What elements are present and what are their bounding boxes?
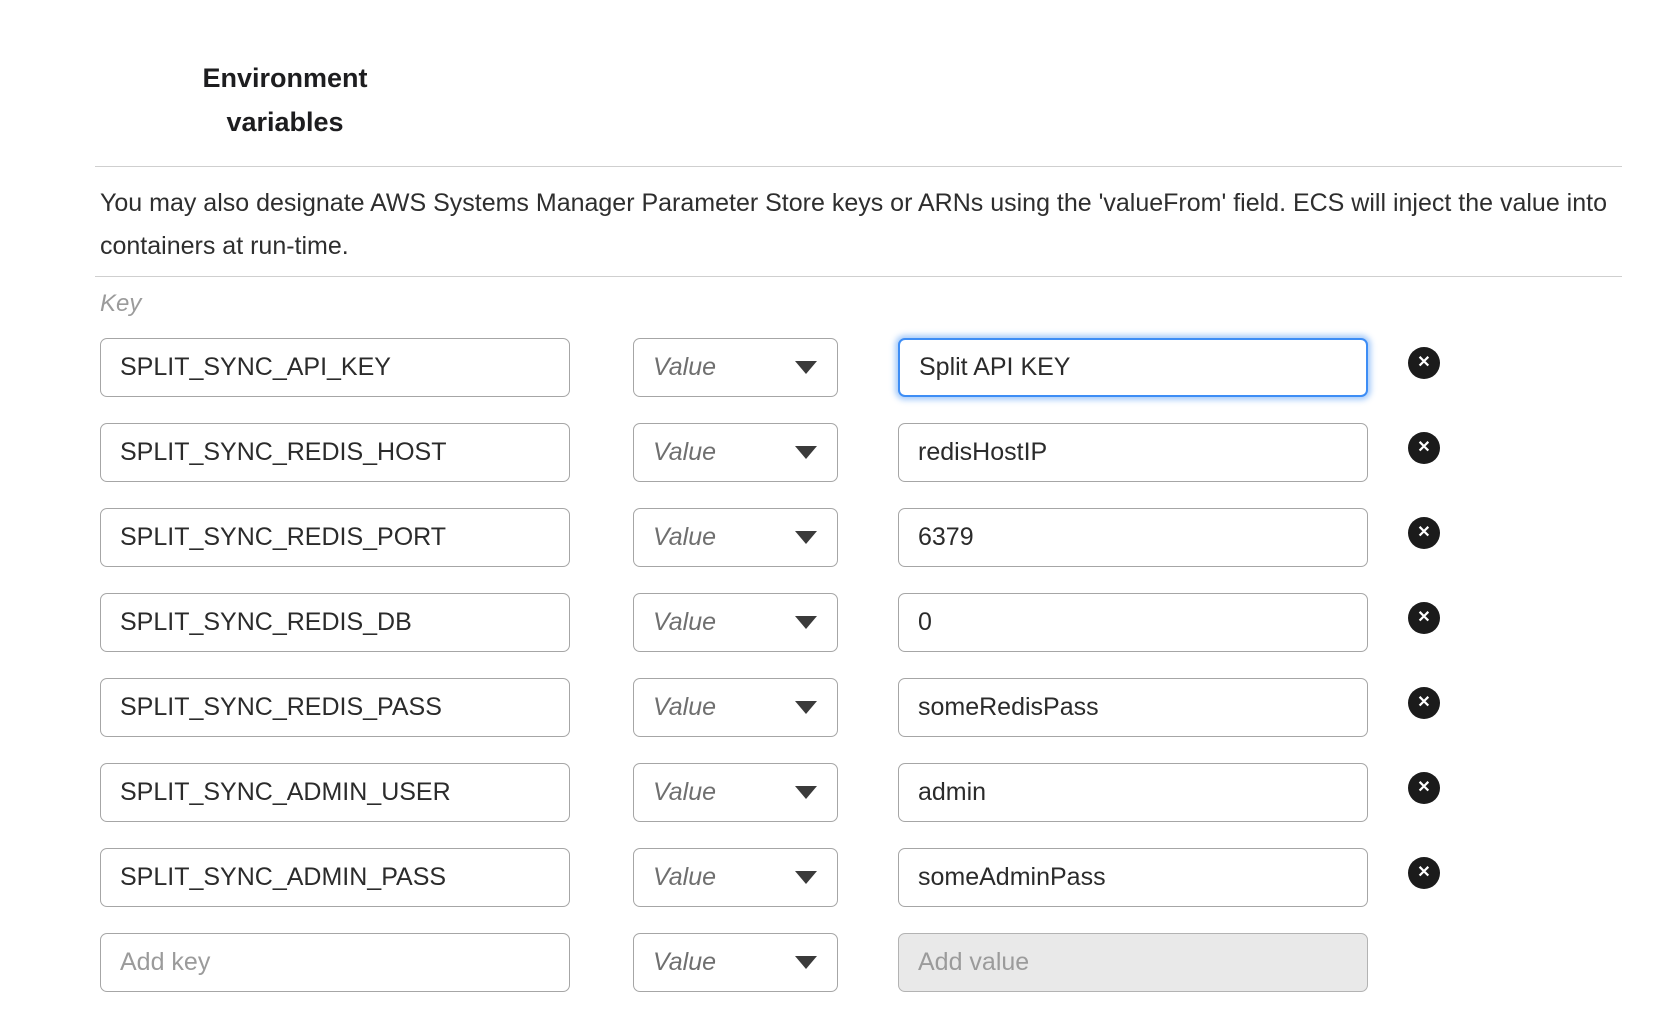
- env-value-input[interactable]: [898, 678, 1368, 737]
- env-var-row: Value ✕: [100, 848, 1440, 907]
- env-type-label: Value: [653, 778, 716, 807]
- env-type-dropdown[interactable]: Value: [633, 763, 838, 822]
- remove-row-button[interactable]: ✕: [1408, 517, 1440, 549]
- divider-bottom: [95, 276, 1622, 277]
- env-type-dropdown[interactable]: Value: [633, 933, 838, 992]
- remove-row-button[interactable]: ✕: [1408, 347, 1440, 379]
- remove-row-button[interactable]: ✕: [1408, 602, 1440, 634]
- env-type-dropdown[interactable]: Value: [633, 848, 838, 907]
- env-key-input[interactable]: [100, 338, 570, 397]
- env-value-input[interactable]: [898, 763, 1368, 822]
- chevron-down-icon: [795, 616, 817, 629]
- env-var-row: Value ✕: [100, 508, 1440, 567]
- env-var-row: Value ✕: [100, 763, 1440, 822]
- env-key-input[interactable]: [100, 763, 570, 822]
- env-value-input[interactable]: [898, 508, 1368, 567]
- divider-top: [95, 166, 1622, 167]
- remove-row-button[interactable]: ✕: [1408, 687, 1440, 719]
- env-type-dropdown[interactable]: Value: [633, 338, 838, 397]
- remove-x-icon: ✕: [1417, 865, 1430, 881]
- env-type-label: Value: [653, 863, 716, 892]
- section-label-line2: variables: [155, 100, 415, 144]
- env-var-row: Value ✕: [100, 338, 1440, 397]
- chevron-down-icon: [795, 786, 817, 799]
- env-value-input[interactable]: [898, 848, 1368, 907]
- key-column-header: Key: [100, 290, 141, 318]
- env-type-label: Value: [653, 608, 716, 637]
- env-value-input[interactable]: [898, 338, 1368, 397]
- env-var-row: Value ✕: [100, 678, 1440, 737]
- remove-x-icon: ✕: [1417, 355, 1430, 371]
- env-key-input[interactable]: [100, 848, 570, 907]
- environment-variables-section: Environment variables You may also desig…: [0, 0, 1678, 1018]
- env-type-dropdown[interactable]: Value: [633, 678, 838, 737]
- env-var-row: Value ✕: [100, 593, 1440, 652]
- remove-x-icon: ✕: [1417, 695, 1430, 711]
- add-value-input[interactable]: [898, 933, 1368, 992]
- chevron-down-icon: [795, 701, 817, 714]
- remove-button-spacer: [1408, 947, 1440, 979]
- remove-row-button[interactable]: ✕: [1408, 432, 1440, 464]
- remove-row-button[interactable]: ✕: [1408, 772, 1440, 804]
- chevron-down-icon: [795, 361, 817, 374]
- env-type-label: Value: [653, 948, 716, 977]
- remove-row-button[interactable]: ✕: [1408, 857, 1440, 889]
- remove-x-icon: ✕: [1417, 525, 1430, 541]
- env-type-dropdown[interactable]: Value: [633, 423, 838, 482]
- env-key-input[interactable]: [100, 423, 570, 482]
- env-type-dropdown[interactable]: Value: [633, 593, 838, 652]
- env-value-input[interactable]: [898, 593, 1368, 652]
- chevron-down-icon: [795, 531, 817, 544]
- env-value-input[interactable]: [898, 423, 1368, 482]
- env-key-input[interactable]: [100, 508, 570, 567]
- chevron-down-icon: [795, 871, 817, 884]
- env-type-label: Value: [653, 353, 716, 382]
- env-key-input[interactable]: [100, 678, 570, 737]
- add-key-input[interactable]: [100, 933, 570, 992]
- chevron-down-icon: [795, 956, 817, 969]
- chevron-down-icon: [795, 446, 817, 459]
- env-type-label: Value: [653, 693, 716, 722]
- env-type-label: Value: [653, 438, 716, 467]
- env-var-add-row: Value: [100, 933, 1440, 992]
- remove-x-icon: ✕: [1417, 780, 1430, 796]
- env-var-rows: Value ✕ Value ✕ Value ✕: [100, 338, 1440, 1018]
- section-label: Environment variables: [155, 56, 415, 144]
- remove-x-icon: ✕: [1417, 610, 1430, 626]
- env-key-input[interactable]: [100, 593, 570, 652]
- help-text: You may also designate AWS Systems Manag…: [100, 182, 1625, 268]
- remove-x-icon: ✕: [1417, 440, 1430, 456]
- env-var-row: Value ✕: [100, 423, 1440, 482]
- section-label-line1: Environment: [155, 56, 415, 100]
- env-type-label: Value: [653, 523, 716, 552]
- env-type-dropdown[interactable]: Value: [633, 508, 838, 567]
